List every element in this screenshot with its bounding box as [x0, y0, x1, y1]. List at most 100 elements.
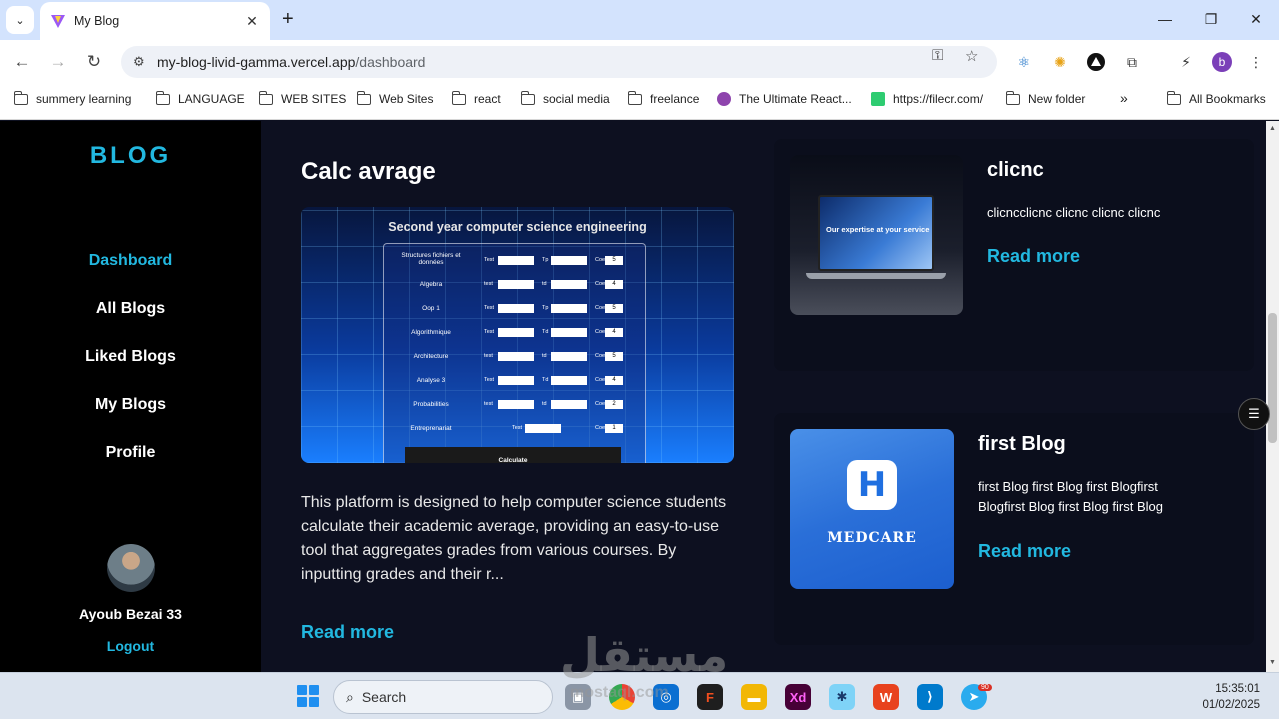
bookmark-filecr[interactable]: https://filecr.com/: [871, 92, 983, 106]
extension-icon[interactable]: ✺: [1050, 52, 1070, 72]
profile-avatar[interactable]: b: [1212, 52, 1232, 72]
blog-card-image[interactable]: H MEDCARE: [790, 429, 954, 589]
bookmark-web-sites[interactable]: Web Sites: [356, 90, 434, 106]
browser-tab-my-blog[interactable]: My Blog ✕: [40, 2, 270, 40]
bookmarks-overflow-chevron-icon[interactable]: »: [1120, 90, 1128, 106]
calc-subject: Structures fichiers et données: [401, 252, 461, 266]
calc-coef: 4: [605, 328, 623, 337]
scrollbar-thumb[interactable]: [1268, 313, 1277, 443]
file-explorer-icon[interactable]: ▬: [741, 684, 767, 710]
minimize-button[interactable]: —: [1142, 8, 1188, 30]
calc-label: Test: [484, 257, 495, 263]
wps-office-icon[interactable]: W: [873, 684, 899, 710]
new-tab-button[interactable]: +: [282, 8, 294, 30]
taskbar-search[interactable]: ⌕ Search: [333, 680, 553, 714]
performance-icon[interactable]: ⚡: [1176, 52, 1196, 72]
bookmark-label: summery learning: [36, 92, 132, 106]
calc-row: Algebra test td Coef 4: [384, 278, 647, 292]
nav-all-blogs[interactable]: All Blogs: [0, 300, 261, 318]
tab-close-icon[interactable]: ✕: [244, 13, 260, 30]
calc-subject: Algebra: [419, 281, 443, 288]
close-window-button[interactable]: ✕: [1233, 8, 1279, 30]
page-scrollbar[interactable]: ▲ ▼: [1266, 121, 1279, 672]
calc-subject: Architecture: [413, 353, 449, 360]
calc-coef: 4: [605, 376, 623, 385]
all-bookmarks[interactable]: All Bookmarks: [1166, 90, 1266, 106]
calc-row: Analyse 3 Test Td Coef 4: [384, 374, 647, 388]
url-path: /dashboard: [355, 54, 426, 70]
folder-icon: [520, 90, 535, 105]
calc-input: [551, 304, 587, 313]
bookmark-summery-learning[interactable]: summery learning: [13, 90, 132, 106]
brand-logo[interactable]: BLOG: [0, 142, 261, 170]
calc-coef: 5: [605, 352, 623, 361]
vercel-extension-icon[interactable]: [1086, 52, 1106, 72]
blog-card-read-more[interactable]: Read more: [978, 541, 1071, 562]
calc-subject: Oop 1: [422, 305, 440, 312]
bookmark-label: Web Sites: [379, 92, 434, 106]
adobe-xd-icon[interactable]: Xd: [785, 684, 811, 710]
address-bar[interactable]: ⚙ my-blog-livid-gamma.vercel.app/dashboa…: [121, 46, 997, 78]
bookmark-ultimate-react[interactable]: The Ultimate React...: [717, 92, 852, 106]
windows-start-icon[interactable]: [297, 685, 319, 707]
featured-post-title[interactable]: Calc avrage: [301, 158, 436, 186]
snipping-tool-icon[interactable]: ✱: [829, 684, 855, 710]
bookmark-freelance[interactable]: freelance: [627, 90, 699, 106]
bookmark-react[interactable]: react: [451, 90, 501, 106]
featured-read-more-link[interactable]: Read more: [301, 622, 394, 643]
tab-search-chevron-icon[interactable]: ⌄: [6, 6, 34, 34]
bookmark-new-folder[interactable]: New folder: [1005, 90, 1085, 106]
scroll-down-arrow-icon[interactable]: ▼: [1268, 659, 1277, 666]
blog-card-text: first Blog first Blog first Blogfirst Bl…: [978, 479, 1163, 514]
kebab-menu-icon[interactable]: ⋮: [1246, 52, 1266, 72]
featured-post-image[interactable]: Second year computer science engineering…: [301, 207, 734, 463]
nav-dashboard[interactable]: Dashboard: [0, 252, 261, 270]
calc-label: Test: [484, 377, 495, 383]
bookmark-star-icon[interactable]: ☆: [965, 47, 978, 65]
blog-card-first-blog[interactable]: H MEDCARE first Blog first Blog first Bl…: [774, 413, 1254, 645]
forward-arrow-icon[interactable]: →: [46, 50, 70, 74]
logout-link[interactable]: Logout: [0, 638, 261, 654]
sidebar: BLOG Dashboard All Blogs Liked Blogs My …: [0, 121, 261, 672]
calc-subject: Probabilities: [413, 401, 449, 408]
bookmark-language[interactable]: LANGUAGE: [155, 90, 245, 106]
user-avatar[interactable]: [107, 544, 155, 592]
calc-input: [551, 376, 587, 385]
calc-input: [498, 400, 534, 409]
blog-card-read-more[interactable]: Read more: [987, 246, 1080, 267]
calc-coef: 1: [605, 424, 623, 433]
bookmarks-bar: summery learning LANGUAGE WEB SITES Web …: [0, 84, 1279, 120]
bookmark-label: The Ultimate React...: [739, 92, 852, 106]
calc-coef: 2: [605, 400, 623, 409]
calc-input: [551, 400, 587, 409]
nav-my-blogs[interactable]: My Blogs: [0, 396, 261, 414]
back-arrow-icon[interactable]: ←: [10, 50, 34, 74]
vscode-icon[interactable]: ⟩: [917, 684, 943, 710]
system-clock[interactable]: 15:35:01 01/02/2025: [1180, 681, 1260, 713]
maximize-button[interactable]: ❐: [1188, 8, 1234, 30]
blog-card-clicnc[interactable]: Our expertise at your service clicnc cli…: [774, 139, 1254, 371]
figma-icon[interactable]: F: [697, 684, 723, 710]
floating-menu-icon[interactable]: ☰: [1238, 398, 1270, 430]
blog-card-title[interactable]: first Blog: [978, 433, 1066, 456]
react-devtools-extension-icon[interactable]: ⚛: [1014, 52, 1034, 72]
telegram-notification-badge: 90: [978, 684, 992, 691]
bookmark-web-sites-upper[interactable]: WEB SITES: [258, 90, 346, 106]
calc-label: Test: [484, 329, 495, 335]
folder-icon: [13, 90, 28, 105]
scroll-up-arrow-icon[interactable]: ▲: [1268, 125, 1277, 132]
password-key-icon[interactable]: ⚿: [932, 47, 943, 64]
nav-liked-blogs[interactable]: Liked Blogs: [0, 348, 261, 366]
blog-card-image[interactable]: Our expertise at your service: [790, 155, 963, 315]
bookmark-label: All Bookmarks: [1189, 92, 1266, 106]
extensions-puzzle-icon[interactable]: ⧉: [1122, 52, 1142, 72]
vite-favicon-icon: [51, 15, 65, 28]
calc-row: Architecture test td Coef 5: [384, 350, 647, 364]
blog-card-title[interactable]: clicnc: [987, 159, 1044, 182]
nav-profile[interactable]: Profile: [0, 444, 261, 462]
clock-date: 01/02/2025: [1202, 699, 1260, 711]
bookmark-social-media[interactable]: social media: [520, 90, 610, 106]
site-settings-icon[interactable]: ⚙: [133, 54, 153, 70]
folder-icon: [451, 90, 466, 105]
reload-icon[interactable]: ↻: [82, 50, 106, 74]
